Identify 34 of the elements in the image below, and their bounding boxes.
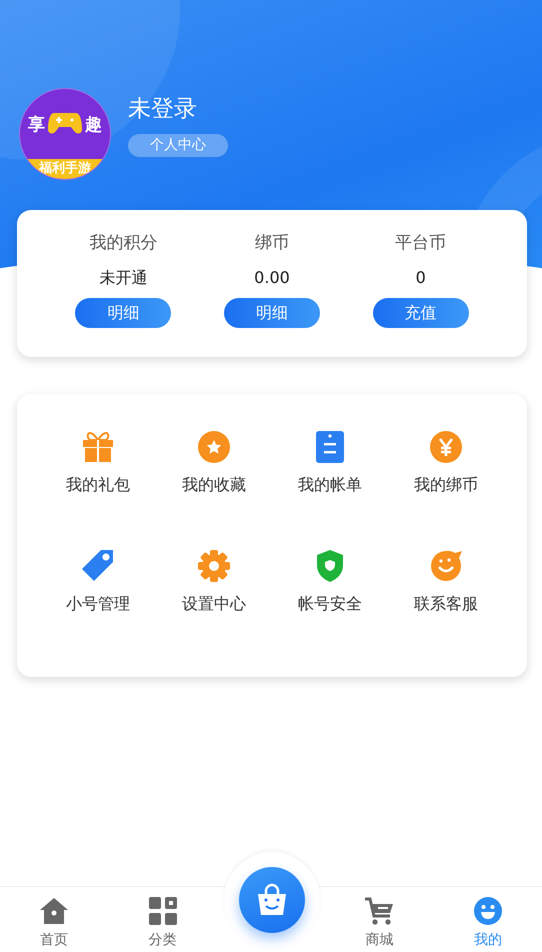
gift-icon <box>81 430 115 464</box>
menu-item[interactable]: 我的收藏 <box>182 474 246 496</box>
gear-icon <box>197 549 231 583</box>
menu-item[interactable]: 设置中心 <box>182 593 246 615</box>
menu-item[interactable]: 联系客服 <box>414 593 478 615</box>
tag-icon <box>81 549 115 583</box>
nav-tab[interactable]: 分类 <box>148 931 177 949</box>
stat-label: 平台币 <box>395 232 446 255</box>
menu-item[interactable]: 我的礼包 <box>66 474 130 496</box>
smiley-icon <box>474 897 502 925</box>
stat-button[interactable]: 充值 <box>372 298 469 328</box>
stat-label: 绑币 <box>254 232 289 255</box>
smiley-icon <box>429 549 463 583</box>
grid-icon <box>148 897 177 925</box>
clipboard-icon <box>315 430 345 464</box>
stat-button[interactable]: 明细 <box>75 298 172 328</box>
stat-value: 0.00 <box>254 267 290 289</box>
menu-item[interactable]: 小号管理 <box>66 593 130 615</box>
cart-icon <box>364 897 394 925</box>
shopping-bag-icon <box>255 883 289 917</box>
nav-tab[interactable]: 商城 <box>365 931 394 949</box>
stat-button[interactable]: 明细 <box>224 298 320 328</box>
shield-icon <box>315 549 345 583</box>
menu-item[interactable]: 我的绑币 <box>414 474 478 496</box>
menu-item[interactable]: 帐号安全 <box>298 593 362 615</box>
nav-tab[interactable]: 首页 <box>40 931 68 949</box>
stat-label: 我的积分 <box>89 232 158 255</box>
star-coin-icon <box>197 430 231 464</box>
stat-value: 未开通 <box>99 267 148 289</box>
stat-value: 0 <box>416 267 426 289</box>
menu-item[interactable]: 我的帐单 <box>298 474 362 496</box>
home-icon <box>39 897 70 925</box>
yen-coin-icon <box>429 430 463 464</box>
user-name: 未登录 <box>128 95 198 124</box>
